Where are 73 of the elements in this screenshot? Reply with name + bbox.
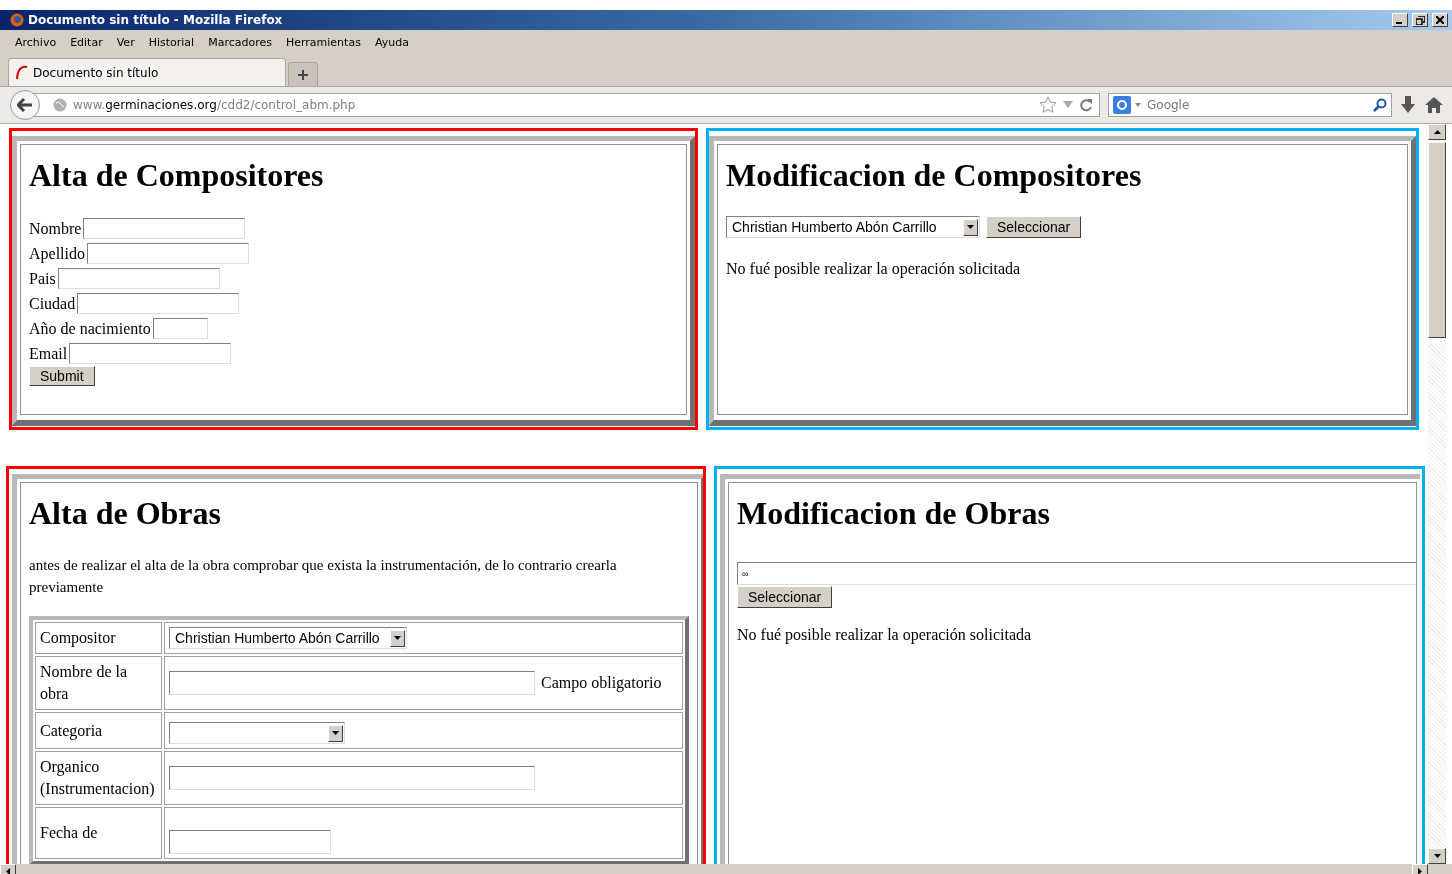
back-arrow-icon [17, 98, 33, 112]
menu-item[interactable]: Editar [63, 33, 110, 51]
input-field[interactable] [169, 671, 535, 695]
menu-item[interactable]: Historial [141, 33, 202, 51]
field-label: Organico (Instrumentacion) [40, 758, 155, 797]
close-button[interactable] [1432, 13, 1448, 27]
menu-item[interactable]: Archivo [8, 33, 64, 51]
input-field[interactable] [169, 766, 535, 790]
input-field[interactable] [69, 343, 232, 364]
scroll-down-button[interactable] [1428, 848, 1446, 864]
scroll-up-button[interactable] [1428, 124, 1446, 140]
field-label: Categoria [40, 721, 103, 739]
panel-heading: Alta de Compositores [29, 157, 325, 194]
scroll-left-button[interactable] [0, 864, 16, 874]
search-icon[interactable] [1373, 98, 1387, 112]
input-field[interactable]: ∞ [737, 562, 1416, 585]
required-note: Campo obligatorio [541, 673, 662, 694]
date-field[interactable] [169, 830, 331, 854]
back-button[interactable] [10, 90, 40, 120]
input-field[interactable] [152, 318, 208, 339]
field-label: Compositor [40, 629, 116, 646]
star-icon[interactable] [1039, 96, 1057, 114]
download-icon[interactable] [1400, 96, 1416, 114]
input-field[interactable] [87, 243, 249, 264]
browser-logo-icon [10, 13, 24, 27]
field-label: Pais [29, 269, 56, 288]
select-button[interactable]: Seleccionar [986, 216, 1082, 238]
menu-item[interactable]: Ver [109, 33, 142, 51]
input-field[interactable] [83, 218, 246, 239]
field-label: Email [29, 344, 68, 363]
field-label: Año de nacimiento [29, 319, 151, 338]
plus-icon [297, 68, 309, 81]
restore-icon [1415, 15, 1425, 25]
status-message: No fué posible realizar la operación solicitada [726, 260, 1022, 278]
new-tab-button[interactable] [288, 62, 318, 86]
window-title: Documento sin título - Mozilla Firefox [28, 13, 284, 27]
menu-item[interactable]: Herramientas [278, 33, 368, 51]
field-label: Apellido [29, 244, 85, 263]
field-label: Nombre de la obra [40, 663, 128, 702]
field-label: Ciudad [29, 294, 76, 313]
scroll-right-button[interactable] [1412, 864, 1428, 874]
status-message: No fué posible realizar la operación solicitada [737, 626, 1033, 644]
scrollbar-thumb[interactable] [1428, 142, 1446, 338]
input-field[interactable] [57, 268, 220, 289]
up-arrow-icon [1433, 130, 1441, 134]
restore-button[interactable] [1412, 13, 1428, 27]
reload-icon[interactable] [1079, 98, 1093, 112]
input-field[interactable] [77, 293, 240, 314]
browser-tab[interactable]: Documento sin título [8, 58, 286, 86]
minimize-button[interactable] [1392, 13, 1408, 27]
panel-heading: Modificacion de Compositores [726, 157, 1143, 194]
globe-icon [53, 98, 67, 112]
down-arrow-icon [1433, 854, 1441, 858]
search-engine-icon[interactable] [1113, 96, 1131, 114]
panel-heading: Modificacion de Obras [737, 495, 1051, 532]
right-arrow-icon [1418, 867, 1422, 874]
dropdown-field[interactable] [169, 722, 345, 744]
instruction-text: antes de realizar el alta de la obra comprobar que exista la instrumentación, de lo contrario crearla previamente [29, 556, 618, 597]
field-label: Fecha de [40, 824, 98, 841]
close-icon [1436, 16, 1444, 24]
composer-select[interactable]: Christian Humberto Abón Carrillo [726, 216, 980, 238]
field-label: Nombre [29, 219, 82, 238]
home-icon[interactable] [1424, 96, 1444, 114]
dropdown-field[interactable]: Christian Humberto Abón Carrillo [169, 627, 407, 649]
menu-item[interactable]: Ayuda [367, 33, 416, 51]
menu-item[interactable]: Marcadores [201, 33, 279, 51]
address-bar[interactable]: www.germinaciones.org/cdd2/control_abm.php [34, 93, 1100, 117]
left-arrow-icon [6, 867, 10, 874]
submit-button[interactable]: Submit [29, 366, 95, 386]
select-button[interactable]: Seleccionar [737, 586, 833, 608]
panel-heading: Alta de Obras [29, 495, 222, 532]
page-favicon-icon [15, 64, 29, 81]
search-bar[interactable]: Google [1108, 93, 1392, 117]
